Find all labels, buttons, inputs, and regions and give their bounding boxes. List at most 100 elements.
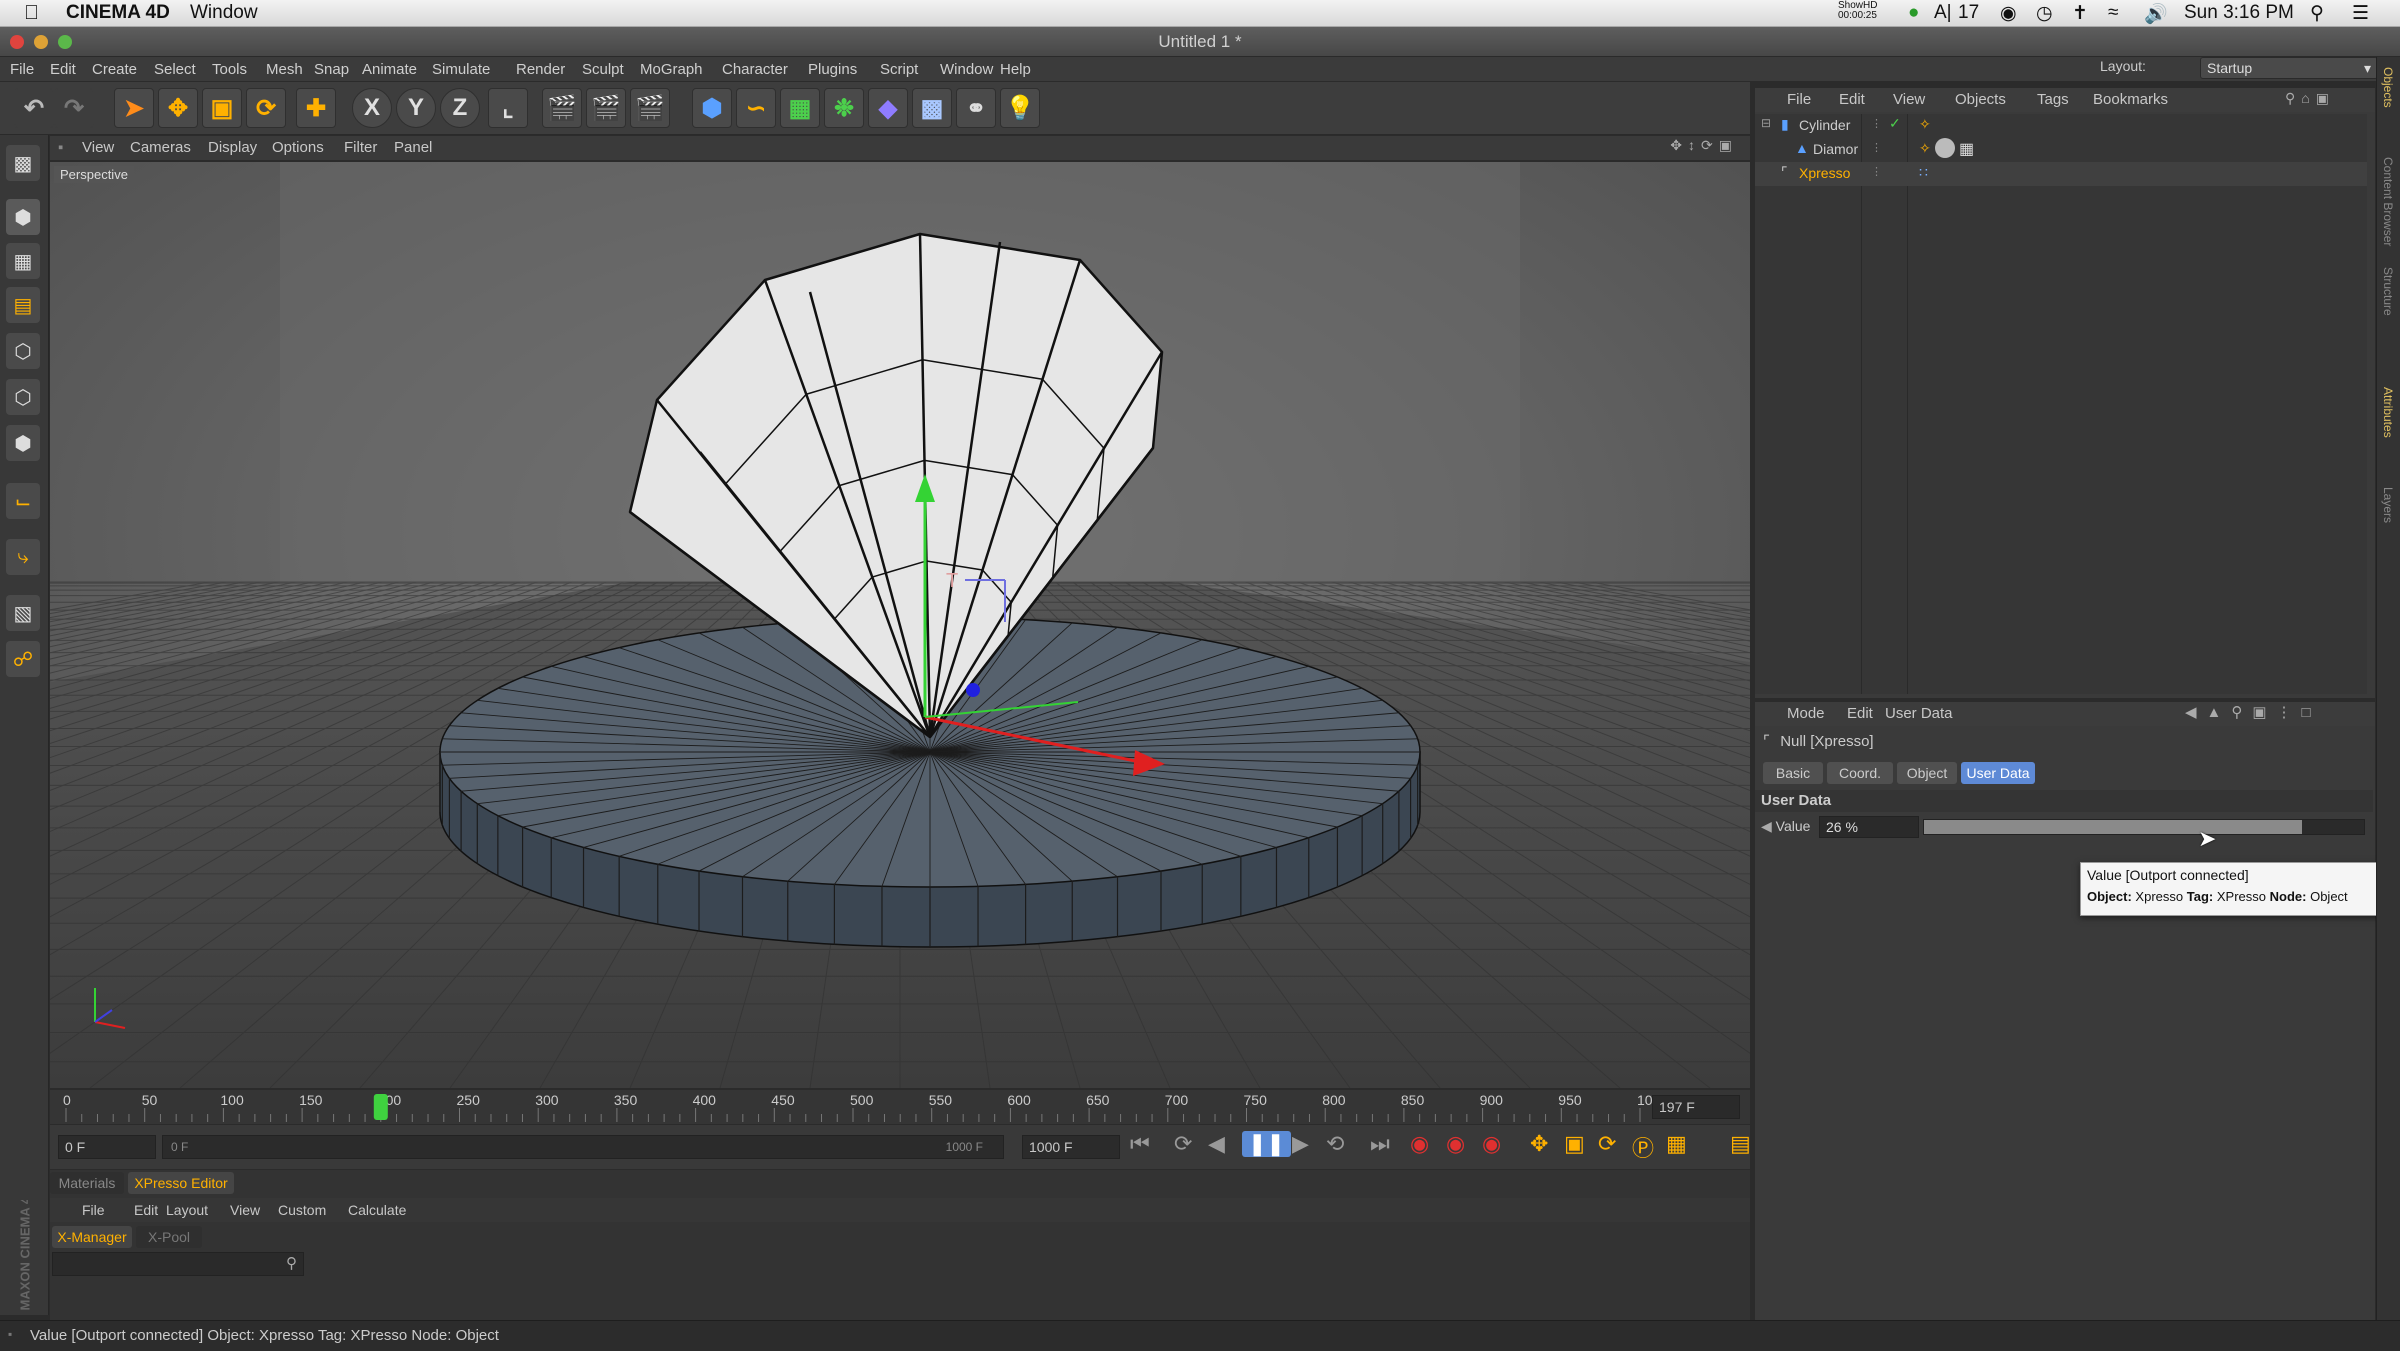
object-manager-tool-icons[interactable]: ⚲⌂▣ [2285,90,2335,107]
xpresso-menu-layout[interactable]: Layout [166,1202,208,1218]
expand-icon[interactable]: ⊟ [1761,116,1771,130]
menu-create[interactable]: Create [92,61,137,78]
object-row-xpresso[interactable]: ⌜ Xpresso ⋮ ∷ [1755,162,2367,186]
texture-mode-icon[interactable]: ▦ [6,243,40,279]
menu-plugins[interactable]: Plugins [808,61,857,78]
tab-user-data[interactable]: User Data [1961,762,2035,784]
points-mode-icon[interactable]: ⬡ [6,333,40,369]
xpresso-menu-view[interactable]: View [230,1202,260,1218]
attribute-nav-icons[interactable]: ◀▲⚲▣⋮□ [2185,703,2321,721]
enabled-check-icon[interactable]: ✓ [1889,115,1901,132]
render-picture-viewer-icon[interactable]: 🎬 [586,88,626,128]
rotate-icon[interactable]: ⟳ [246,88,286,128]
menu-select[interactable]: Select [154,61,196,78]
menu-simulate[interactable]: Simulate [432,61,490,78]
side-tab-objects[interactable]: Objects [2381,67,2395,108]
object-name[interactable]: Diamor [1813,141,1858,157]
xpresso-tag-icon[interactable]: ∷ [1919,164,1928,181]
search-icon[interactable]: ⚲ [286,1254,297,1272]
x-axis-lock[interactable]: X [352,88,392,128]
floor-icon[interactable]: ▩ [912,88,952,128]
material-tag-icon[interactable] [1935,138,1955,158]
notification-icon[interactable]: ☰ [2352,2,2369,25]
start-frame-field[interactable]: 0 F [58,1135,156,1159]
tab-basic[interactable]: Basic [1763,762,1823,784]
viewport-nav-icons[interactable]: ✥↕⟳▣ [1670,137,1738,154]
object-name[interactable]: Xpresso [1799,165,1850,181]
font-icon[interactable]: A| [1934,2,1952,24]
menu-window[interactable]: Window [940,61,993,78]
key-pla-icon[interactable]: ▦ [1666,1131,1687,1157]
attr-menu-mode[interactable]: Mode [1787,705,1825,722]
visibility-dots-icon[interactable]: ⋮ [1871,165,1882,178]
lock-workplane-icon[interactable]: ☍ [6,641,40,677]
camera-icon[interactable]: ⚭ [956,88,996,128]
attr-menu-user-data[interactable]: User Data [1885,705,1953,722]
model-mode-icon[interactable]: ⬢ [6,199,40,235]
deformer-icon[interactable]: ◆ [868,88,908,128]
tweak-icon[interactable]: ⤷ [6,539,40,575]
tab-coord[interactable]: Coord. [1827,762,1893,784]
move-icon[interactable]: ✥ [158,88,198,128]
menu-script[interactable]: Script [880,61,918,78]
pause-icon[interactable]: ❚❚ [1242,1131,1291,1157]
side-tab-layers[interactable]: Layers [2381,487,2395,523]
end-frame-field[interactable]: 1000 F [1022,1135,1120,1159]
volume-icon[interactable]: 🔊 [2144,2,2168,26]
edges-mode-icon[interactable]: ⬡ [6,379,40,415]
objects-menu-edit[interactable]: Edit [1839,91,1865,108]
object-row-cylinder[interactable]: ⊟ ▮ Cylinder ⋮ ✓ ✧ [1755,114,2367,138]
render-view-icon[interactable]: 🎬 [542,88,582,128]
window-menu[interactable]: Window [190,2,258,24]
objects-menu-bookmarks[interactable]: Bookmarks [2093,91,2168,108]
bluetooth-icon[interactable]: ✝ [2072,2,2088,25]
eye-icon[interactable]: ◉ [2000,2,2017,25]
tag-icon[interactable]: ✧ [1919,116,1931,133]
object-row-diamond[interactable]: ▲ Diamor ⋮ ✧ ▦ [1755,138,2367,162]
layout-dropdown[interactable]: Startup ▾ [2200,57,2378,79]
tab-xpresso-editor[interactable]: XPresso Editor [128,1172,234,1194]
viewport-menu-cameras[interactable]: Cameras [130,139,191,156]
play-forward-icon[interactable]: ▶ [1292,1131,1309,1157]
subdivision-icon[interactable]: ▦ [780,88,820,128]
object-name[interactable]: Cylinder [1799,117,1850,133]
current-frame-field[interactable]: 197 F [1652,1095,1740,1119]
menu-mesh[interactable]: Mesh [266,61,303,78]
showhd-indicator[interactable]: ShowHD 00:00:25 [1838,1,1877,21]
apple-icon[interactable]:  [24,2,39,25]
camera-label[interactable]: Perspective [54,166,134,183]
redo-icon[interactable]: ↷ [54,88,94,128]
viewport-menu-view[interactable]: View [82,139,114,156]
add-icon[interactable]: ✚ [296,88,336,128]
objects-menu-view[interactable]: View [1893,91,1925,108]
attr-menu-edit[interactable]: Edit [1847,705,1873,722]
goto-start-icon[interactable]: ⏮ [1130,1131,1150,1157]
objects-menu-tags[interactable]: Tags [2037,91,2069,108]
menu-snap[interactable]: Snap [314,61,349,78]
side-tab-structure[interactable]: Structure [2381,267,2395,316]
app-menu[interactable]: CINEMA 4D [66,2,170,24]
scale-icon[interactable]: ▣ [202,88,242,128]
record-keys-icon[interactable]: ◉ [1410,1131,1429,1157]
menu-edit[interactable]: Edit [50,61,76,78]
coordinate-system-icon[interactable]: ⌞ [488,88,528,128]
goto-prev-key-icon[interactable]: ⟳ [1174,1131,1192,1157]
viewport-handle-icon[interactable]: ▪ [58,139,63,156]
xpresso-menu-file[interactable]: File [82,1202,105,1218]
cube-icon[interactable]: ⬢ [692,88,732,128]
preview-range-slider[interactable]: 0 F 1000 F [162,1135,1004,1159]
polygons-mode-icon[interactable]: ⬢ [6,425,40,461]
keyframe-selection-icon[interactable]: ◉ [1482,1131,1501,1157]
goto-end-icon[interactable]: ⏭ [1370,1131,1390,1157]
visibility-dots-icon[interactable]: ⋮ [1871,141,1882,154]
xpresso-menu-edit[interactable]: Edit [134,1202,158,1218]
viewport-menu-display[interactable]: Display [208,139,257,156]
tab-materials[interactable]: Materials [50,1172,124,1194]
make-editable-icon[interactable]: ▩ [6,145,40,181]
menu-file[interactable]: File [10,61,34,78]
value-slider[interactable] [1923,819,2365,835]
tab-x-manager[interactable]: X-Manager [52,1226,132,1248]
viewport-menu-panel[interactable]: Panel [394,139,432,156]
menu-sculpt[interactable]: Sculpt [582,61,624,78]
viewport-menu-options[interactable]: Options [272,139,324,156]
